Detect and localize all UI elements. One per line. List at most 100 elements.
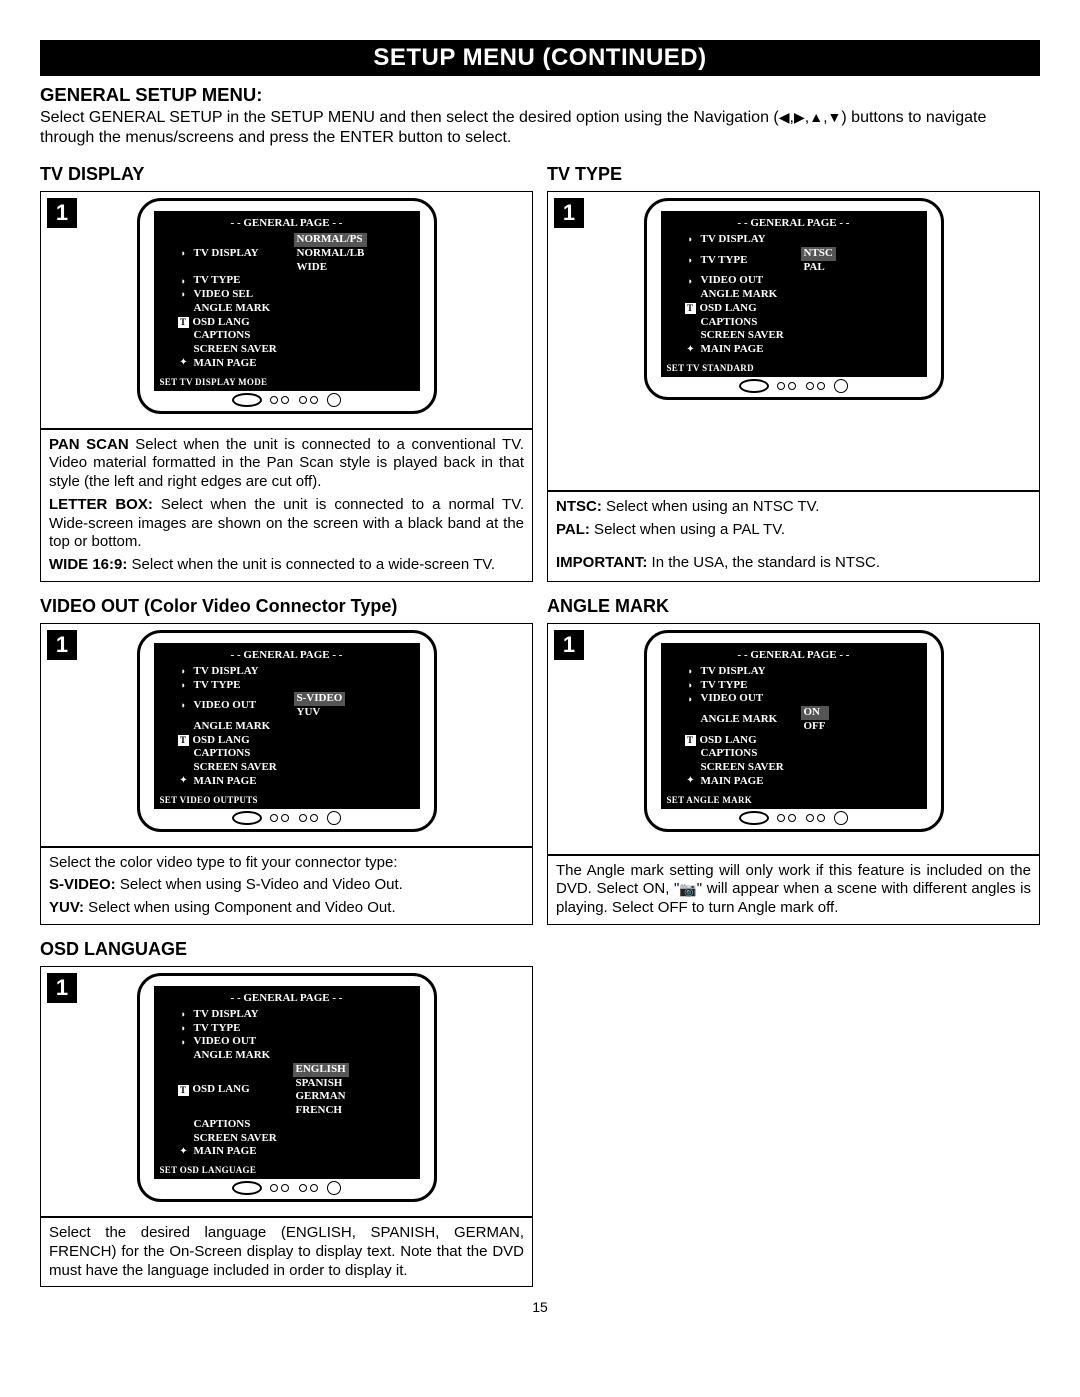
menu-item: ◗TV TYPE [178, 1022, 414, 1036]
menu-label: CAPTIONS [701, 747, 801, 761]
svideo-text: Select when using S-Video and Video Out. [116, 876, 403, 893]
osd-title: - - GENERAL PAGE - - [667, 217, 921, 229]
tv-frame: - - GENERAL PAGE - -◗TV DISPLAY◗TV TYPE◗… [644, 630, 944, 832]
tv-base-icon [154, 811, 420, 825]
menu-item: TOSD LANG [178, 734, 414, 748]
flag-icon: ◗ [178, 666, 190, 677]
menu-item: ◗ TV DISPLAY [685, 233, 921, 247]
menu-label: VIDEO OUT [701, 692, 801, 706]
menu-label: VIDEO OUT [701, 274, 801, 288]
osd-lang-heading: OSD LANGUAGE [40, 939, 533, 960]
menu-label: VIDEO OUT [194, 699, 294, 713]
menu-option: PAL [801, 261, 836, 275]
menu-label: CAPTIONS [194, 1118, 294, 1132]
text-icon: T [178, 317, 189, 328]
flag-icon: ◗ [685, 694, 697, 705]
tv-base-icon [661, 379, 927, 393]
menu-label: MAIN PAGE [701, 775, 801, 789]
flag-icon: ◗ [685, 276, 697, 287]
osd-title: - - GENERAL PAGE - - [160, 992, 414, 1004]
general-setup-heading: GENERAL SETUP MENU: [40, 84, 1040, 106]
menu-item: SCREEN SAVER [178, 1132, 414, 1146]
menu-options: NTSCPAL [801, 247, 836, 275]
menu-item: ◗TV TYPENTSCPAL [685, 247, 921, 275]
menu-item: ANGLE MARKONOFF [685, 706, 921, 734]
osd-screen: - - GENERAL PAGE - -◗TV DISPLAY◗TV TYPE◗… [154, 986, 420, 1179]
step-badge: 1 [554, 630, 584, 660]
flag-icon: ◗ [685, 680, 697, 691]
menu-item: TOSD LANGENGLISHSPANISHGERMANFRENCH [178, 1063, 414, 1118]
osd-lang-desc: Select the desired language (ENGLISH, SP… [40, 1217, 533, 1287]
menu-label: SCREEN SAVER [194, 761, 294, 775]
flag-icon: ◗ [178, 700, 190, 711]
tv-display-panel: 1 - - GENERAL PAGE - -◗TV DISPLAYNORMAL/… [40, 191, 533, 429]
menu-label: TV DISPLAY [194, 665, 294, 679]
osd-title: - - GENERAL PAGE - - [667, 649, 921, 661]
menu-item: CAPTIONS [178, 329, 414, 343]
svideo-label: S-VIDEO: [49, 876, 116, 893]
menu-item: SCREEN SAVER [178, 343, 414, 357]
menu-label: ANGLE MARK [701, 713, 801, 727]
menu-item: CAPTIONS [178, 1118, 414, 1132]
menu-label: OSD LANG [193, 316, 293, 330]
text-icon: T [178, 1085, 189, 1096]
yuv-label: YUV: [49, 899, 84, 916]
flag-icon: ◗ [178, 1037, 190, 1048]
wide-text: Select when the unit is connected to a w… [127, 556, 495, 573]
menu-item: ◗TV DISPLAYNORMAL/PSNORMAL/LBWIDE [178, 233, 414, 274]
letterbox-label: LETTER BOX: [49, 496, 153, 513]
menu-label: MAIN PAGE [194, 775, 294, 789]
menu-item: ✦ MAIN PAGE [178, 357, 414, 371]
menu-item: ANGLE MARK [178, 720, 414, 734]
nav-down-icon: ▼ [828, 109, 842, 125]
tv-frame: - - GENERAL PAGE - -◗TV DISPLAY◗TV TYPE◗… [137, 630, 437, 832]
menu-item: ◗VIDEO OUTS-VIDEOYUV [178, 692, 414, 720]
angle-mark-panel: 1 - - GENERAL PAGE - -◗TV DISPLAY◗TV TYP… [547, 623, 1040, 855]
tv-base-icon [154, 1181, 420, 1195]
flag-icon: ◗ [178, 276, 190, 287]
step-badge: 1 [47, 198, 77, 228]
back-icon: ✦ [685, 344, 697, 357]
nav-up-icon: ▲ [809, 109, 823, 125]
tv-type-panel: 1 - - GENERAL PAGE - -◗TV DISPLAY◗TV TYP… [547, 191, 1040, 491]
menu-label: SCREEN SAVER [194, 1132, 294, 1146]
osd-screen: - - GENERAL PAGE - - ◗ TV DISPLAY◗TV TYPEN… [661, 211, 927, 377]
menu-label: VIDEO OUT [194, 1035, 294, 1049]
general-setup-intro: Select GENERAL SETUP in the SETUP MENU a… [40, 108, 1040, 148]
tv-type-desc: NTSC: Select when using an NTSC TV. PAL:… [547, 491, 1040, 582]
menu-item: ◗TV TYPE [178, 274, 414, 288]
pal-label: PAL: [556, 521, 590, 538]
back-icon: ✦ [178, 1146, 190, 1159]
flag-icon: ◗ [178, 1009, 190, 1020]
ntsc-label: NTSC: [556, 498, 602, 515]
menu-label: MAIN PAGE [194, 357, 294, 371]
video-out-p1: Select the color video type to fit your … [49, 854, 524, 873]
page-title: SETUP MENU (CONTINUED) [40, 40, 1040, 76]
menu-label: MAIN PAGE [194, 1145, 294, 1159]
menu-label: OSD LANG [193, 1083, 293, 1097]
flag-icon: ◗ [685, 234, 697, 245]
menu-label: TV DISPLAY [701, 233, 801, 247]
tv-frame: - - GENERAL PAGE - -◗TV DISPLAYNORMAL/PS… [137, 198, 437, 414]
menu-item: ANGLE MARK [178, 1049, 414, 1063]
osd-footer: SET VIDEO OUTPUTS [160, 795, 414, 805]
important-label: IMPORTANT: [556, 554, 647, 571]
menu-item: ◗TV TYPE [178, 679, 414, 693]
menu-item: ◗TV DISPLAY [178, 1008, 414, 1022]
back-icon: ✦ [178, 357, 190, 370]
menu-label: OSD LANG [700, 734, 800, 748]
menu-item: ANGLE MARK [685, 288, 921, 302]
pal-text: Select when using a PAL TV. [590, 521, 785, 538]
menu-label: OSD LANG [700, 302, 800, 316]
flag-icon: ◗ [685, 255, 697, 266]
menu-option: FRENCH [293, 1104, 349, 1118]
nav-left-icon: ◀ [779, 109, 790, 125]
menu-item: ✦ MAIN PAGE [178, 1145, 414, 1159]
panscan-label: PAN SCAN [49, 436, 129, 453]
menu-label: CAPTIONS [194, 329, 294, 343]
menu-option: SPANISH [293, 1077, 349, 1091]
tv-display-desc: PAN SCAN Select when the unit is connect… [40, 429, 533, 582]
angle-mark-heading: ANGLE MARK [547, 596, 1040, 617]
flag-icon: ◗ [178, 248, 190, 259]
menu-item: ✦MAIN PAGE [685, 343, 921, 357]
